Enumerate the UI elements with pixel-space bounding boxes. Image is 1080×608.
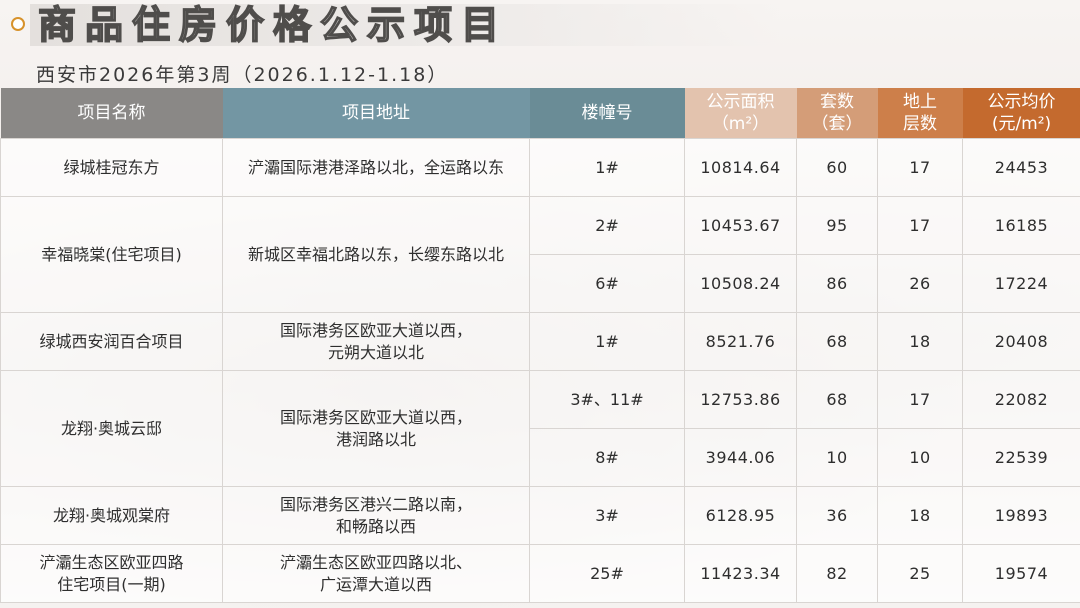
units: 68 — [796, 370, 878, 429]
project-name: 龙翔·奥城云邸 — [0, 370, 223, 487]
avg-price: 16185 — [962, 196, 1080, 255]
units: 86 — [796, 254, 878, 313]
building-no: 3# — [529, 486, 685, 545]
floors: 26 — [877, 254, 963, 313]
floors: 17 — [877, 138, 963, 197]
col-header-project-name: 项目名称 — [0, 88, 223, 139]
project-name: 绿城西安润百合项目 — [0, 312, 223, 371]
building-no: 6# — [529, 254, 685, 313]
avg-price: 20408 — [962, 312, 1080, 371]
table-row: 绿城桂冠东方 浐灞国际港港泽路以北，全运路以东 1# 10814.64 60 1… — [0, 138, 1080, 197]
units: 10 — [796, 428, 878, 487]
units: 60 — [796, 138, 878, 197]
col-header-building: 楼幢号 — [529, 88, 685, 139]
project-name: 绿城桂冠东方 — [0, 138, 223, 197]
floors: 17 — [877, 196, 963, 255]
project-name: 龙翔·奥城观棠府 — [0, 486, 223, 545]
price-table: 项目名称 项目地址 楼幢号 公示面积 （m²） 套数 （套） 地上 层数 公示均价 (元… — [0, 88, 1080, 603]
project-address: 浐灞国际港港泽路以北，全运路以东 — [222, 138, 530, 197]
table-row: 绿城西安润百合项目 国际港务区欧亚大道以西， 元朔大道以北 1# 8521.76 … — [0, 312, 1080, 371]
table-row: 龙翔·奥城云邸 国际港务区欧亚大道以西， 港润路以北 3#、11# 12753.8… — [0, 370, 1080, 487]
avg-price: 17224 — [962, 254, 1080, 313]
area: 12753.86 — [684, 370, 797, 429]
avg-price: 19574 — [962, 544, 1080, 603]
avg-price: 24453 — [962, 138, 1080, 197]
page-title: 商品住房价格公示项目 — [37, 2, 509, 48]
project-name: 浐灞生态区欧亚四路 住宅项目(一期) — [0, 544, 223, 603]
area: 3944.06 — [684, 428, 797, 487]
col-header-area: 公示面积 （m²） — [684, 88, 797, 139]
page-header: 商品住房价格公示项目 西安市2026年第3周（2026.1.12-1.18） — [0, 0, 1080, 90]
area: 10453.67 — [684, 196, 797, 255]
floors: 17 — [877, 370, 963, 429]
building-no: 1# — [529, 138, 685, 197]
floors: 10 — [877, 428, 963, 487]
project-address: 浐灞生态区欧亚四路以北、 广运潭大道以西 — [222, 544, 530, 603]
area: 8521.76 — [684, 312, 797, 371]
floors: 18 — [877, 312, 963, 371]
area: 10814.64 — [684, 138, 797, 197]
project-address: 新城区幸福北路以东，长缨东路以北 — [222, 196, 530, 313]
col-header-floors: 地上 层数 — [877, 88, 963, 139]
area: 11423.34 — [684, 544, 797, 603]
floors: 18 — [877, 486, 963, 545]
col-header-price: 公示均价 (元/m²) — [962, 88, 1080, 139]
area: 6128.95 — [684, 486, 797, 545]
floors: 25 — [877, 544, 963, 603]
project-address: 国际港务区欧亚大道以西， 港润路以北 — [222, 370, 530, 487]
units: 82 — [796, 544, 878, 603]
building-no: 8# — [529, 428, 685, 487]
bullet-circle-icon — [11, 17, 25, 31]
project-name: 幸福晓棠(住宅项目) — [0, 196, 223, 313]
project-address: 国际港务区港兴二路以南， 和畅路以西 — [222, 486, 530, 545]
page-subtitle: 西安市2026年第3周（2026.1.12-1.18） — [36, 64, 449, 86]
building-no: 25# — [529, 544, 685, 603]
table-row: 龙翔·奥城观棠府 国际港务区港兴二路以南， 和畅路以西 3# 6128.95 36… — [0, 486, 1080, 545]
table-header-row: 项目名称 项目地址 楼幢号 公示面积 （m²） 套数 （套） 地上 层数 公示均价 (元… — [0, 88, 1080, 139]
building-no: 2# — [529, 196, 685, 255]
avg-price: 22539 — [962, 428, 1080, 487]
units: 36 — [796, 486, 878, 545]
table-row: 浐灞生态区欧亚四路 住宅项目(一期) 浐灞生态区欧亚四路以北、 广运潭大道以西 25… — [0, 544, 1080, 603]
building-no: 3#、11# — [529, 370, 685, 429]
avg-price: 19893 — [962, 486, 1080, 545]
units: 68 — [796, 312, 878, 371]
col-header-address: 项目地址 — [222, 88, 530, 139]
units: 95 — [796, 196, 878, 255]
col-header-units: 套数 （套） — [796, 88, 878, 139]
table-row: 幸福晓棠(住宅项目) 新城区幸福北路以东，长缨东路以北 2# 10453.67 … — [0, 196, 1080, 313]
building-no: 1# — [529, 312, 685, 371]
project-address: 国际港务区欧亚大道以西， 元朔大道以北 — [222, 312, 530, 371]
avg-price: 22082 — [962, 370, 1080, 429]
area: 10508.24 — [684, 254, 797, 313]
